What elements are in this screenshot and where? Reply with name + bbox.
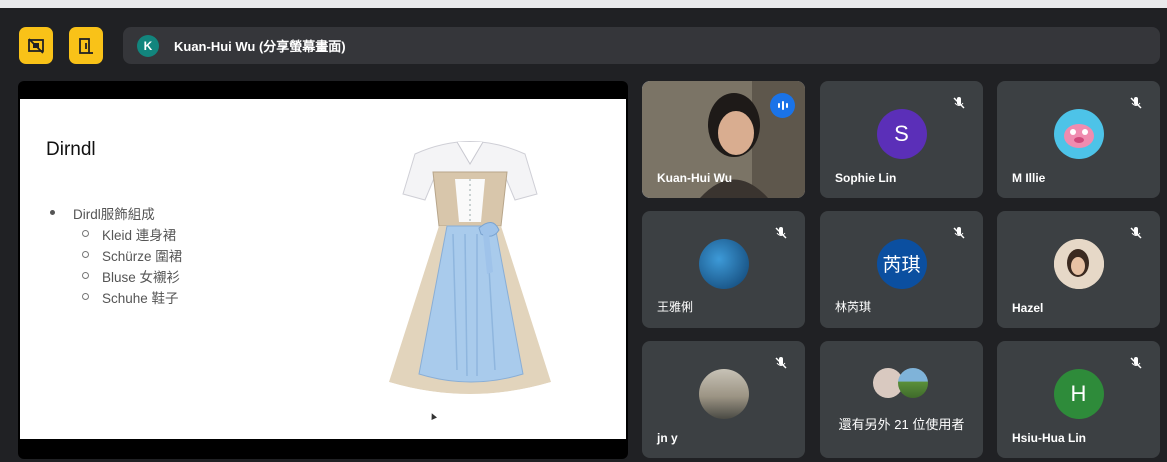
bullet-text: Dirdl服飾組成 — [73, 206, 155, 222]
presenter-label: Kuan-Hui Wu (分享螢幕畫面) — [174, 39, 346, 54]
sub-bullet-text: Schürze 圍裙 — [102, 248, 183, 264]
mic-off-icon — [1128, 225, 1144, 241]
window-top-edge — [0, 0, 1167, 8]
presenter-banner: K Kuan-Hui Wu (分享螢幕畫面) — [123, 27, 1160, 64]
mouse-cursor — [429, 412, 437, 420]
door-exit-icon — [79, 37, 93, 54]
avatar — [698, 368, 749, 419]
more-participants-tile[interactable]: 還有另外 21 位使用者 — [820, 341, 983, 458]
mic-off-icon — [951, 225, 967, 241]
participant-name: Sophie Lin — [835, 171, 897, 185]
sub-bullet-icon — [82, 230, 89, 237]
participant-tile[interactable]: 芮琪 林芮琪 — [820, 211, 983, 328]
speaking-indicator-icon — [770, 93, 795, 118]
list-item: Dirdl服飾組成 — [50, 202, 182, 223]
avatar — [1053, 238, 1104, 289]
mic-off-icon — [773, 225, 789, 241]
participant-tile[interactable]: jn y — [642, 341, 805, 458]
slide-title: Dirndl — [46, 139, 96, 160]
avatar — [1053, 108, 1104, 159]
participant-name: Hazel — [1012, 301, 1044, 315]
participant-name: jn y — [657, 431, 678, 445]
list-item: Schuhe 鞋子 — [50, 286, 182, 307]
avatar: 芮琪 — [876, 238, 927, 289]
slide-bullet-list: Dirdl服飾組成 Kleid 連身裙 Schürze 圍裙 Bluse 女襯衫… — [50, 202, 182, 307]
presentation-slide: Dirndl Dirdl服飾組成 Kleid 連身裙 Schürze 圍裙 Bl… — [20, 99, 626, 439]
bullet-icon — [50, 210, 55, 215]
mic-off-icon — [1128, 355, 1144, 371]
sub-bullet-text: Kleid 連身裙 — [102, 227, 177, 243]
participant-tile[interactable]: Kuan-Hui Wu — [642, 81, 805, 198]
participant-name: Hsiu-Hua Lin — [1012, 431, 1086, 445]
avatar: H — [1053, 368, 1104, 419]
participant-tile[interactable]: 王雅俐 — [642, 211, 805, 328]
participant-name: 林芮琪 — [835, 300, 872, 314]
participant-tile[interactable]: S Sophie Lin — [820, 81, 983, 198]
mic-off-icon — [951, 95, 967, 111]
participant-name: 王雅俐 — [657, 300, 694, 314]
participant-name: M Illie — [1012, 171, 1046, 185]
shared-screen: Dirndl Dirdl服飾組成 Kleid 連身裙 Schürze 圍裙 Bl… — [18, 81, 628, 459]
presenter-avatar: K — [137, 34, 159, 57]
sub-bullet-text: Schuhe 鞋子 — [102, 290, 179, 306]
stop-presenting-button[interactable] — [19, 27, 53, 64]
present-off-icon — [28, 37, 44, 54]
exit-button[interactable] — [69, 27, 103, 64]
list-item: Kleid 連身裙 — [50, 223, 182, 244]
avatar: S — [876, 108, 927, 159]
participant-name: Kuan-Hui Wu — [657, 171, 733, 185]
list-item: Bluse 女襯衫 — [50, 265, 182, 286]
avatar — [898, 368, 928, 398]
participant-tile[interactable]: Hazel — [997, 211, 1160, 328]
participant-tile[interactable]: H Hsiu-Hua Lin — [997, 341, 1160, 458]
more-participants-label: 還有另外 21 位使用者 — [838, 417, 965, 432]
mic-off-icon — [1128, 95, 1144, 111]
sub-bullet-text: Bluse 女襯衫 — [102, 269, 181, 285]
participant-tile[interactable]: M Illie — [997, 81, 1160, 198]
sub-bullet-icon — [82, 272, 89, 279]
dirndl-image — [389, 141, 551, 400]
sub-bullet-icon — [82, 251, 89, 258]
mic-off-icon — [773, 355, 789, 371]
sub-bullet-icon — [82, 293, 89, 300]
list-item: Schürze 圍裙 — [50, 244, 182, 265]
avatar — [698, 238, 749, 289]
